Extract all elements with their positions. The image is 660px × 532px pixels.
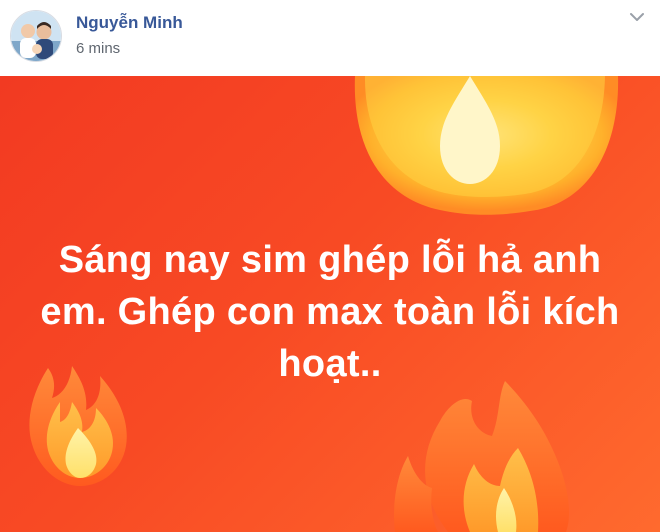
author-name[interactable]: Nguyễn Minh — [76, 13, 183, 33]
chevron-down-icon — [630, 13, 644, 21]
flame-bottom-right-icon — [394, 381, 570, 532]
post-timestamp[interactable]: 6 mins — [76, 40, 120, 57]
post-message: Sáng nay sim ghép lỗi hả anh em. Ghép co… — [40, 239, 620, 385]
flame-top-icon — [354, 76, 619, 215]
feed-post: Nguyễn Minh 6 mins Sáng nay sim ghép lỗi… — [0, 0, 660, 532]
post-header: Nguyễn Minh 6 mins — [0, 0, 660, 76]
avatar-photo — [11, 11, 61, 61]
post-options-button[interactable] — [628, 10, 646, 24]
colored-background-post: Sáng nay sim ghép lỗi hả anh em. Ghép co… — [0, 76, 660, 532]
author-avatar[interactable] — [10, 10, 62, 62]
